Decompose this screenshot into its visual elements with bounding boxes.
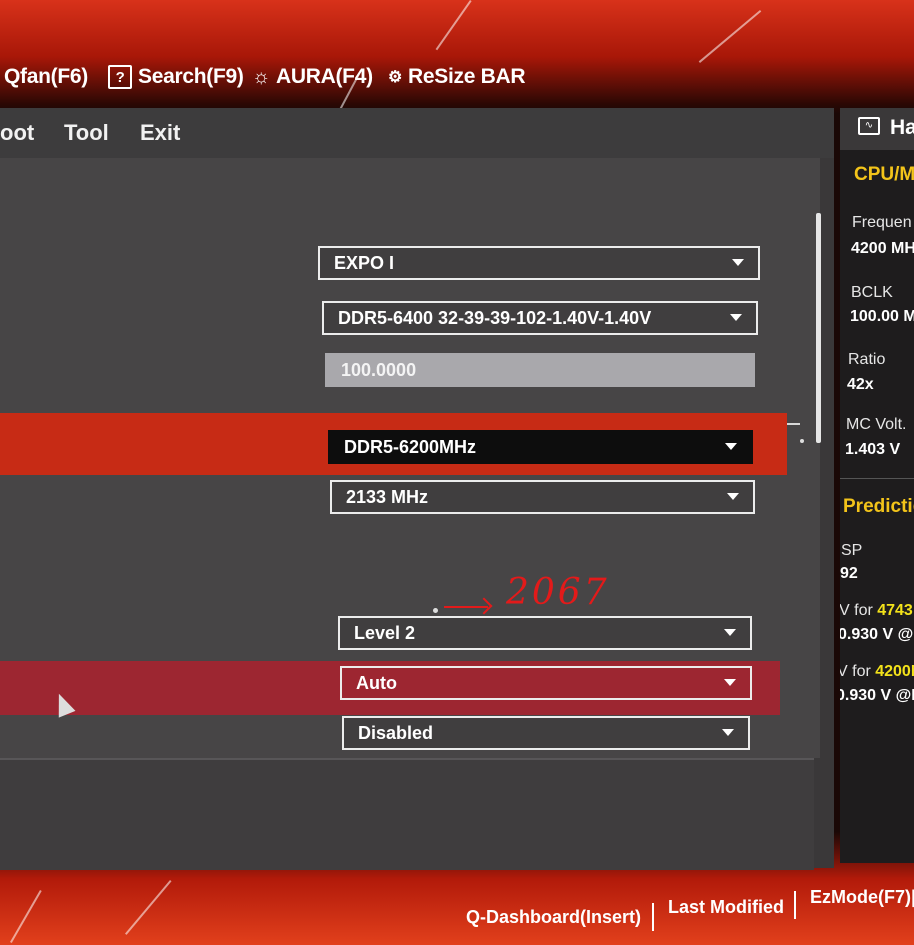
sp-label: SP [841,542,863,559]
v-for-label-1: V for 4743 [840,602,913,620]
menu-exit[interactable]: Exit [140,120,180,146]
mc-volt-value: 1.403 V [845,441,901,458]
dram-profile-select[interactable]: EXPO I [318,246,760,280]
ratio-label: Ratio [848,351,886,368]
annotation-arrow [444,606,488,608]
v-for-value-1: 0.930 V @L [840,626,914,643]
v-for-freq-2: 4200M [875,663,914,680]
v-for-text-2: V for [840,663,876,680]
frequency-label: Frequen [852,214,912,231]
v-for-value-2: 0.930 V @LS [840,687,914,704]
disabled-value: Disabled [358,722,434,743]
qfan-button[interactable]: Qfan(F6) [4,65,88,89]
help-panel [0,758,814,870]
v-for-text-1: V for [840,602,878,619]
expo-preset-value: DDR5-6400 32-39-39-102-1.40V-1.40V [338,307,652,328]
footer-bar: Q-Dashboard(Insert) Last Modified EzMode… [0,885,914,945]
bclk-monitor-value: 100.00 M [850,308,914,325]
expo-preset-select[interactable]: DDR5-6400 32-39-39-102-1.40V-1.40V [322,301,758,335]
search-button[interactable]: ? Search(F9) [108,65,244,89]
auto-select[interactable]: Auto [340,666,752,700]
sp-value: 92 [840,565,858,582]
handwritten-annotation: 2067 [506,572,610,613]
resize-bar-button[interactable]: ⚙ ReSize BAR [388,65,526,89]
dot-marker [433,608,438,613]
chevron-down-icon [724,629,736,636]
frequency-value: 4200 MH [851,240,914,257]
monitor-icon: ∿ [858,117,880,135]
last-modified-button[interactable]: Last Modified [668,897,784,918]
ezmode-button[interactable]: EzMode(F7)|- [810,887,914,908]
chevron-down-icon [727,493,739,500]
memory-frequency-value: DDR5-6200MHz [344,436,477,457]
section-separator [840,478,914,479]
chevron-down-icon [730,314,742,321]
chevron-down-icon [732,259,744,266]
bclk-value: 100.0000 [341,359,417,380]
memory-frequency-select[interactable]: DDR5-6200MHz [328,430,753,464]
dram-profile-value: EXPO I [334,252,395,273]
resize-bar-label: ReSize BAR [408,65,526,88]
aura-button[interactable]: ☼ AURA(F4) [252,65,373,89]
search-label: Search(F9) [138,65,244,88]
scrollbar[interactable] [816,213,821,443]
scroll-indicator [800,439,804,443]
footer-separator [794,891,796,919]
qfan-label: Qfan(F6) [4,65,88,88]
hardware-monitor-title: Ha [890,116,914,139]
level-value: Level 2 [354,622,416,643]
bclk-label: BCLK [851,284,893,301]
bclk-field: 100.0000 [325,353,755,387]
menu-boot[interactable]: oot [0,120,34,146]
aura-label: AURA(F4) [276,65,373,88]
menu-tool[interactable]: Tool [64,120,109,146]
footer-separator [652,903,654,931]
cpu-memory-section: CPU/M [854,164,914,185]
main-panel: oot Tool Exit EXPO I DDR5-6400 32-39-39-… [0,108,834,870]
search-icon: ? [108,65,132,89]
prediction-section: Predictio [843,496,914,517]
fclk-frequency-select[interactable]: 2133 MHz [330,480,755,514]
v-for-label-2: V for 4200M [840,663,914,681]
q-dashboard-button[interactable]: Q-Dashboard(Insert) [466,907,641,928]
aura-icon: ☼ [252,65,271,88]
top-toolbar: Qfan(F6) ? Search(F9) ☼ AURA(F4) ⚙ ReSiz… [0,55,914,103]
auto-value: Auto [356,672,397,693]
fclk-frequency-value: 2133 MHz [346,486,429,507]
hardware-monitor-header: ∿ Ha [840,108,914,150]
v-for-freq-1: 4743 [877,602,913,619]
resize-bar-icon: ⚙ [388,69,403,86]
level-select[interactable]: Level 2 [338,616,752,650]
ratio-value: 42x [847,376,874,393]
chevron-down-icon [724,679,736,686]
chevron-down-icon [722,729,734,736]
chevron-down-icon [725,443,737,450]
settings-content: EXPO I DDR5-6400 32-39-39-102-1.40V-1.40… [0,158,821,758]
mc-volt-label: MC Volt. [846,416,907,433]
menu-bar: oot Tool Exit [0,108,834,158]
hardware-monitor-panel: ∿ Ha CPU/M Frequen 4200 MH BCLK 100.00 M… [840,108,914,863]
disabled-select[interactable]: Disabled [342,716,750,750]
